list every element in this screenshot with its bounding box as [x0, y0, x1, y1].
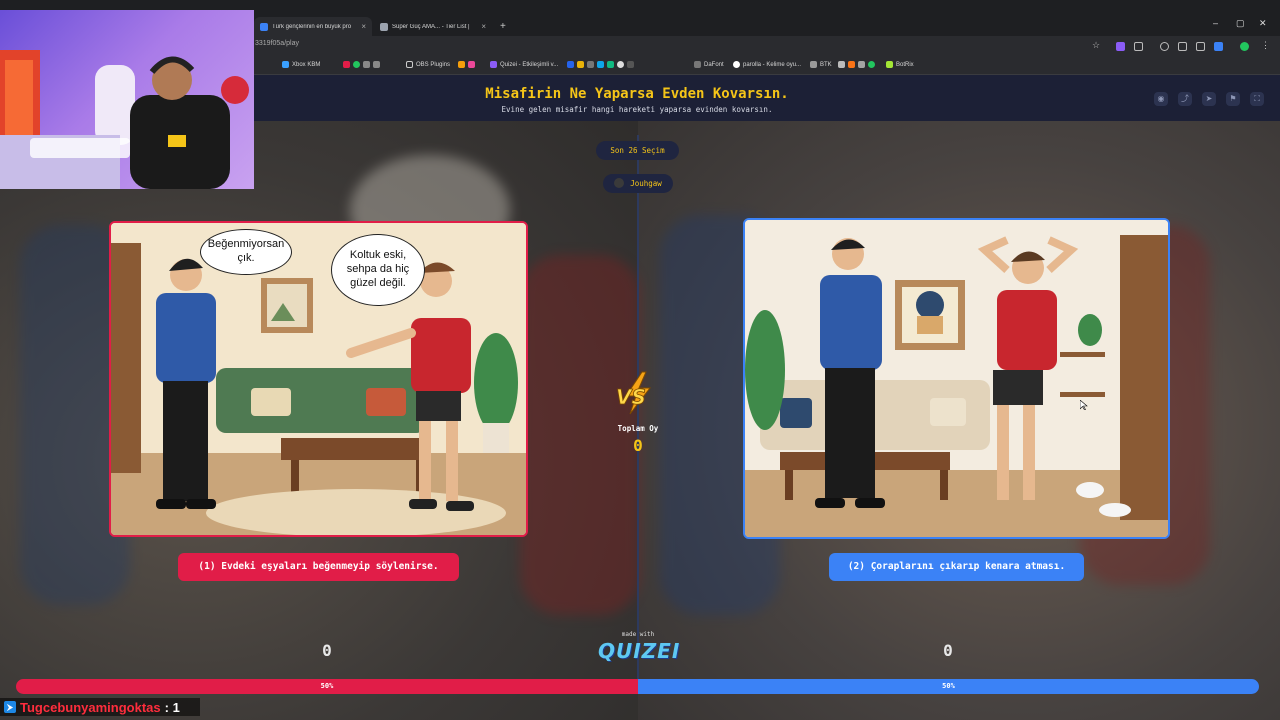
star-icon[interactable]: ☆ — [1092, 40, 1101, 50]
close-tab-icon[interactable]: × — [481, 22, 486, 31]
bookmark-item[interactable]: DaFont — [694, 61, 724, 68]
url-text[interactable]: 3319f05a/play — [255, 40, 299, 47]
bookmark-icon[interactable] — [858, 61, 865, 68]
puzzle-icon[interactable] — [1134, 42, 1143, 51]
option-2-card[interactable] — [743, 218, 1170, 539]
bookmark-icon[interactable] — [343, 61, 350, 68]
user-badge: Jouhgaw — [603, 174, 673, 193]
tab-favicon-icon — [260, 22, 268, 31]
send-icon[interactable]: ➤ — [1202, 92, 1216, 106]
vs-lightning-icon: VS — [616, 371, 652, 415]
save-icon[interactable] — [1196, 42, 1205, 51]
tab-title: Süper Güç AMA... - Tier List | Kn — [392, 23, 472, 30]
bookmark-item[interactable]: parolla - Kelime oyu... — [733, 61, 801, 68]
chat-username: Tugcebunyamingoktas — [20, 699, 161, 715]
new-tab-button[interactable]: + — [494, 17, 510, 36]
total-votes-label: Toplam Oy — [617, 424, 659, 433]
bookmark-icon[interactable] — [838, 61, 845, 68]
option-1-illustration — [111, 223, 526, 535]
parolla-icon — [733, 61, 740, 68]
dafont-icon — [694, 61, 701, 68]
download-icon[interactable] — [1178, 42, 1187, 51]
bookmark-icon[interactable] — [627, 61, 634, 68]
close-tab-icon[interactable]: × — [361, 22, 366, 31]
background-figure — [520, 255, 640, 615]
bookmark-icon[interactable] — [848, 61, 855, 68]
history-icon[interactable] — [1160, 42, 1169, 51]
option-1-button[interactable]: (1) Evdeki eşyaları beğenmeyip söylenirs… — [178, 553, 459, 581]
recent-selections-badge: Son 26 Seçim — [596, 141, 679, 160]
tab-title: Türk gençlerinin en büyük prob — [272, 23, 352, 30]
option-1-percent-bar: 50% — [16, 679, 638, 694]
webcam-overlay — [0, 10, 254, 189]
fullscreen-icon[interactable]: ⛶ — [1250, 92, 1264, 106]
option-1-card[interactable]: Beğenmiyorsan çık. Koltuk eski, sehpa da… — [109, 221, 528, 537]
bookmark-icon[interactable] — [868, 61, 875, 68]
profile-avatar[interactable] — [1240, 42, 1249, 51]
extension-icon[interactable] — [1116, 42, 1125, 51]
bookmark-folder[interactable]: OBS Plugins — [406, 61, 450, 68]
option-2-percent-bar: 50% — [638, 679, 1259, 694]
bookmark-icon-row — [458, 61, 475, 68]
mouse-cursor-icon — [1080, 400, 1088, 410]
quizei-icon — [490, 61, 497, 68]
option-2-vote-count: 0 — [943, 641, 953, 660]
eye-icon[interactable]: ◉ — [1154, 92, 1168, 106]
close-window-icon[interactable]: ✕ — [1259, 18, 1267, 29]
bookmark-icon[interactable] — [567, 61, 574, 68]
option-2-illustration — [745, 220, 1168, 537]
botrix-icon — [886, 61, 893, 68]
bookmark-icon[interactable] — [458, 61, 465, 68]
bookmark-icon[interactable] — [597, 61, 604, 68]
user-name: Jouhgaw — [630, 179, 662, 188]
speech-bubble: Koltuk eski, sehpa da hiç güzel değil. — [331, 234, 425, 306]
speech-bubble: Beğenmiyorsan çık. — [200, 229, 292, 275]
quizei-logo[interactable]: QUIZEI — [598, 639, 679, 663]
chat-text: : 1 — [164, 699, 180, 715]
total-votes-value: 0 — [633, 436, 643, 455]
bookmark-icon[interactable] — [587, 61, 594, 68]
share-icon[interactable]: ⤴ — [1178, 92, 1192, 106]
option-2-button[interactable]: (2) Çoraplarını çıkarıp kenara atması. — [829, 553, 1084, 581]
browser-tab[interactable]: Süper Güç AMA... - Tier List | Kn × — [374, 17, 492, 36]
bookmark-icon-row — [567, 61, 634, 68]
folder-icon — [406, 61, 413, 68]
streamer-webcam-image — [0, 50, 249, 189]
bookmark-icon[interactable] — [353, 61, 360, 68]
bookmark-item[interactable]: BTK — [810, 61, 832, 68]
xbox-icon — [282, 61, 289, 68]
flag-icon[interactable]: ⚑ — [1226, 92, 1240, 106]
bookmark-icon[interactable] — [363, 61, 370, 68]
bookmark-icon[interactable] — [468, 61, 475, 68]
bookmark-icon[interactable] — [607, 61, 614, 68]
browser-tab[interactable]: Türk gençlerinin en büyük prob × — [254, 17, 372, 36]
user-avatar — [614, 178, 625, 188]
bookmark-item[interactable]: Xbox KBM — [282, 61, 320, 68]
github-icon[interactable] — [617, 61, 624, 68]
bookmark-item[interactable]: BotRix — [886, 61, 914, 68]
tab-favicon-icon — [380, 22, 388, 31]
option-1-vote-count: 0 — [322, 641, 332, 660]
bookmark-icon-row — [838, 61, 875, 68]
screen: Türk gençlerinin en büyük prob × Süper G… — [0, 0, 1280, 720]
made-with-label: made with — [621, 631, 655, 638]
menu-icon[interactable]: ⋮ — [1261, 40, 1270, 50]
translate-icon[interactable] — [1214, 42, 1223, 51]
bookmark-item[interactable]: Quizei - Etkileşimli v... — [490, 61, 558, 68]
chat-badge-icon: ⮞ — [4, 701, 16, 713]
bookmark-icon-row — [343, 61, 380, 68]
maximize-icon[interactable]: ▢ — [1236, 18, 1245, 29]
vs-label: VS — [616, 385, 646, 409]
chat-message: ⮞ Tugcebunyamingoktas : 1 — [0, 698, 200, 716]
bookmark-icon[interactable] — [373, 61, 380, 68]
bookmark-icon[interactable] — [577, 61, 584, 68]
minimize-icon[interactable]: – — [1213, 18, 1218, 28]
btk-icon — [810, 61, 817, 68]
